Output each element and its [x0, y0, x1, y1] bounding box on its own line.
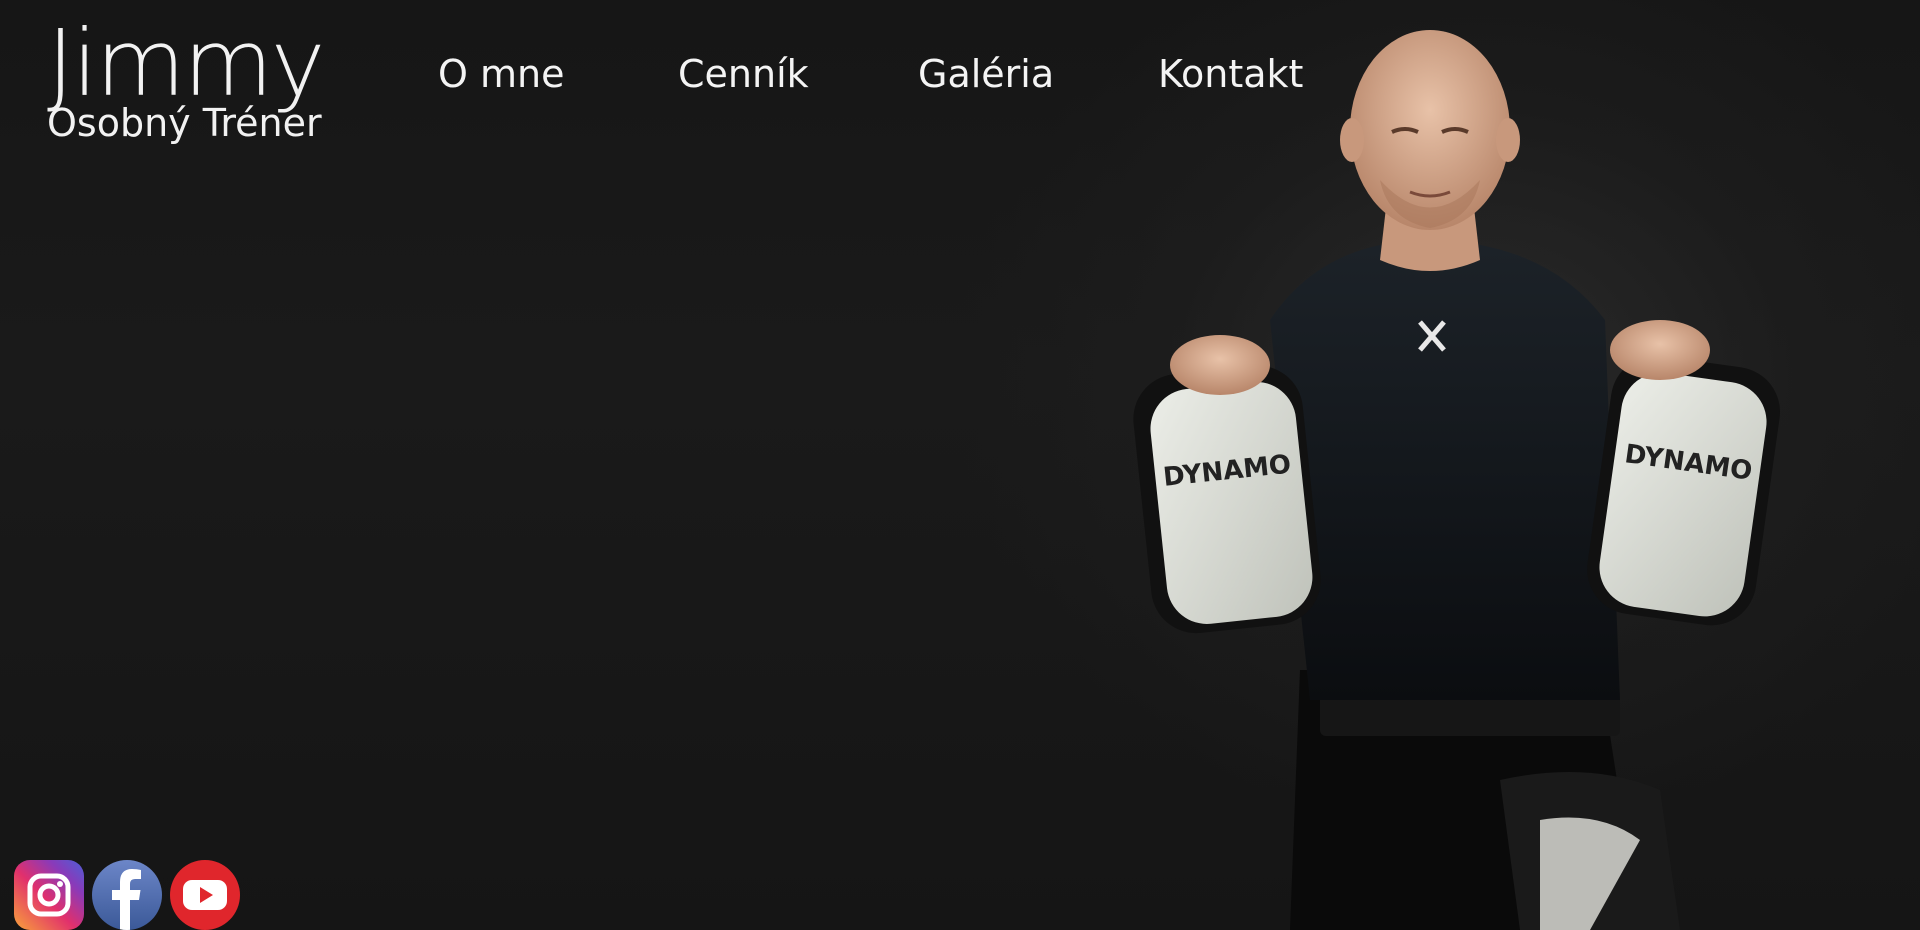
instagram-icon: [27, 873, 71, 917]
nav-item-pricing[interactable]: Cenník: [678, 52, 809, 96]
facebook-link[interactable]: [92, 860, 162, 930]
logo-subtitle: Osobný Tréner: [47, 101, 322, 145]
instagram-link[interactable]: [14, 860, 84, 930]
youtube-icon: [183, 880, 227, 910]
youtube-link[interactable]: [170, 860, 240, 930]
trainer-photo: DYNAMO DYNAMO: [1133, 30, 1781, 930]
site-logo[interactable]: Jimmy Osobný Tréner: [47, 10, 325, 145]
facebook-icon: [112, 869, 141, 930]
nav-item-gallery[interactable]: Galéria: [918, 52, 1054, 96]
nav-item-about[interactable]: O mne: [438, 52, 564, 96]
logo-name: Jimmy: [47, 10, 325, 117]
